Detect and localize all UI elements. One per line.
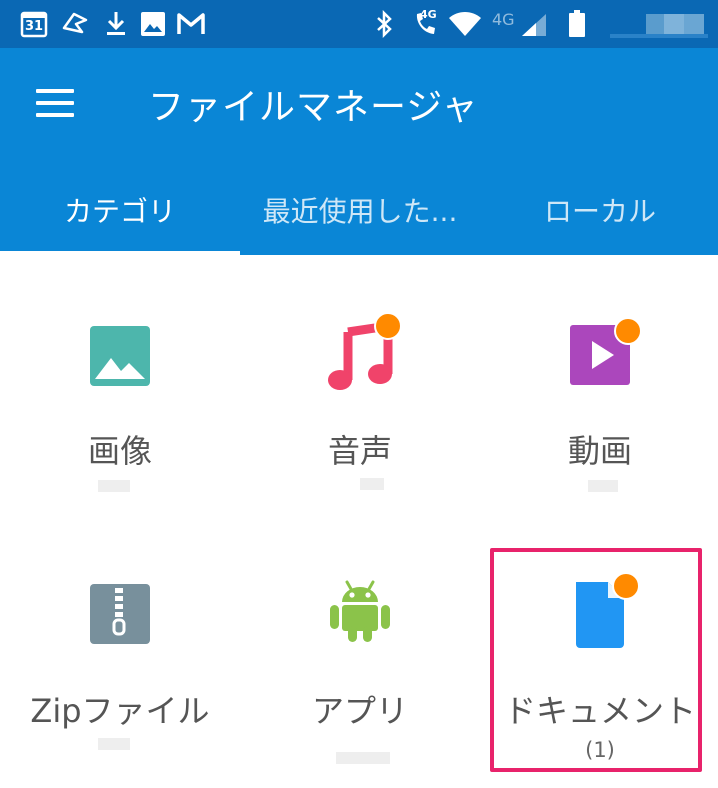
- image-icon: [89, 325, 151, 391]
- category-label: 動画: [567, 432, 632, 470]
- tab-categories[interactable]: カテゴリ: [0, 165, 240, 255]
- category-apps[interactable]: アプリ: [240, 548, 480, 788]
- category-images[interactable]: 画像: [0, 292, 240, 532]
- calendar-day: 31: [24, 19, 44, 34]
- status-bar: 31 4G 4G: [0, 0, 718, 48]
- category-label: Zipファイル: [30, 692, 210, 730]
- clock-redacted: [610, 14, 708, 40]
- tab-local[interactable]: ローカル: [480, 165, 718, 255]
- category-label: アプリ: [311, 692, 408, 730]
- android-icon: [329, 578, 391, 648]
- tab-label: 最近使用した...: [262, 195, 458, 228]
- tab-label: カテゴリ: [63, 195, 176, 228]
- download-icon: [104, 10, 128, 38]
- tab-indicator: [0, 251, 240, 255]
- wifi-calling-icon: 4G: [408, 8, 442, 38]
- battery-icon: [568, 10, 586, 38]
- calendar-icon: 31: [20, 10, 48, 38]
- wifi-icon: [448, 10, 482, 38]
- image-icon: [140, 10, 166, 38]
- app-bar: ファイルマネージャ カテゴリ 最近使用した... ローカル: [0, 48, 718, 255]
- music-note-icon: [326, 312, 402, 390]
- hamburger-menu-icon[interactable]: [26, 80, 84, 126]
- app-title: ファイルマネージャ: [148, 87, 479, 128]
- new-badge: [374, 312, 402, 340]
- zip-archive-icon: [90, 584, 150, 648]
- category-label: 画像: [87, 432, 152, 470]
- bluetooth-icon: [372, 10, 396, 38]
- category-video[interactable]: 動画: [480, 292, 718, 532]
- network-label-4g: 4G: [420, 8, 437, 21]
- redacted-count: [588, 480, 618, 492]
- redacted-count: [98, 480, 130, 492]
- redacted-count: [336, 752, 390, 764]
- redacted-count: [98, 738, 130, 750]
- category-label: 音声: [327, 432, 392, 470]
- video-play-icon: [570, 317, 642, 385]
- new-badge: [614, 317, 642, 345]
- category-audio[interactable]: 音声: [240, 292, 480, 532]
- tab-label: ローカル: [543, 195, 656, 228]
- gmail-icon: [176, 10, 206, 38]
- tab-recent[interactable]: 最近使用した...: [240, 165, 480, 255]
- category-zip[interactable]: Zipファイル: [0, 548, 240, 788]
- redacted-count: [360, 478, 384, 490]
- network-label-4g-signal: 4G: [492, 10, 515, 29]
- selection-highlight: [490, 548, 702, 772]
- signal-icon: 4G: [492, 10, 550, 38]
- cast-icon: [60, 10, 90, 38]
